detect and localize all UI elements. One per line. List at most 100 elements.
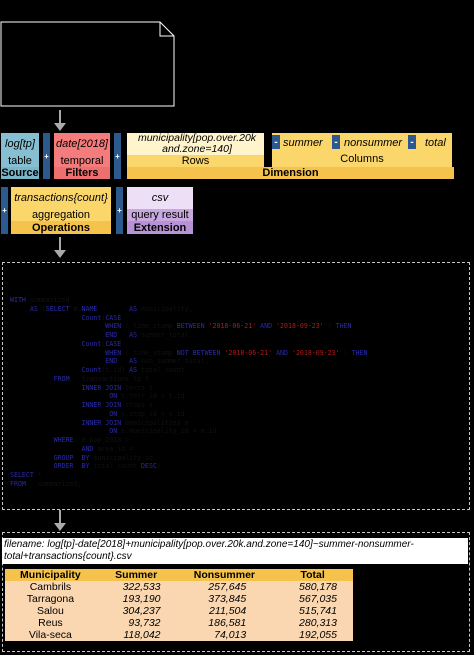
cell-nonsummer: 373,845	[176, 593, 273, 605]
source-label: Source	[1, 167, 39, 179]
minus-separator: -	[272, 135, 280, 149]
result-filename: filename: log[tp]-date[2018]+municipalit…	[2, 538, 468, 564]
cell-summer: 304,237	[95, 605, 177, 617]
sql-line: ON t.terr_id = t.id	[10, 392, 367, 401]
sql-line: WHERE m.pop_2018 >	[10, 436, 367, 445]
sql-keyword: AND	[81, 444, 94, 453]
sql-line: INNER JOIN terrs t	[10, 384, 367, 393]
table-row: Reus 93,732 186,581 280,313	[5, 617, 353, 629]
sql-line: Count(CASE	[10, 314, 367, 323]
minus-separator: -	[332, 135, 340, 149]
sql-keyword: ON	[109, 392, 118, 401]
sql-line: INNER JOIN municipalities m	[10, 419, 367, 428]
source-type: table	[1, 155, 39, 167]
operations-type: aggregation	[11, 209, 111, 221]
sql-line: Count(CASE	[10, 340, 367, 349]
filters-label: Filters	[54, 167, 110, 179]
sql-string: '2018-09-23'	[291, 348, 340, 357]
sql-keyword: ON	[109, 427, 118, 436]
cell-municipality: Cambrils	[5, 581, 96, 593]
sql-text: )	[156, 462, 161, 471]
sql-keyword: END	[105, 331, 118, 339]
sql-text: municipality,	[137, 304, 193, 313]
column-summer: summer	[283, 137, 323, 149]
sql-line: FROM transactions_tp t	[10, 375, 367, 384]
sql-line: AS (SELECT m.NAME AS municipality,	[10, 305, 367, 314]
sql-string: '2018-06-21'	[208, 322, 257, 331]
cell-total: 192,055	[272, 629, 353, 641]
plus-separator: +	[116, 187, 123, 234]
sql-text: (	[37, 304, 46, 313]
sql-keyword: CASE	[105, 339, 122, 348]
operations-box: transactions{count} aggregation Operatio…	[11, 187, 111, 234]
table-row: Salou 304,237 211,504 515,741	[5, 605, 353, 617]
sql-text: t.terr_id = t.id	[117, 392, 185, 401]
sql-text: s.stop_id = s.id	[117, 409, 185, 418]
sql-keyword: WHEN	[105, 322, 122, 331]
sql-keyword: AND	[276, 348, 288, 357]
sql-text: stops s	[121, 401, 153, 409]
cell-total: 280,313	[272, 617, 353, 629]
cell-summer: 193,190	[95, 593, 177, 605]
sql-keyword: INNER	[81, 401, 102, 409]
columns-label: Columns	[340, 153, 384, 165]
sql-string: '2018-06-21'	[224, 348, 273, 357]
cell-summer: 322,533	[95, 581, 177, 593]
sql-keyword: ORDER	[53, 462, 74, 471]
sql-keyword: AS	[129, 366, 138, 374]
sql-keyword: END	[105, 357, 118, 366]
sql-keyword: FROM	[10, 479, 26, 488]
sql-keyword: AS	[129, 357, 138, 366]
sql-text: m.	[69, 304, 82, 313]
sql-keyword: AS	[129, 304, 138, 313]
sql-text: summer_total,	[137, 331, 193, 339]
cell-municipality: Vila-seca	[5, 629, 96, 641]
sql-keyword: INNER	[81, 418, 102, 427]
sql-keyword: AS	[129, 331, 138, 339]
sql-text: s.municipality_id = m.id	[117, 427, 217, 436]
sql-keyword: THEN	[335, 322, 352, 331]
sql-keyword: SELECT	[10, 471, 34, 479]
cell-nonsummer: 74,013	[176, 629, 273, 641]
rows-label: Rows	[127, 155, 264, 167]
column-total: total	[425, 137, 446, 149]
header-total: Total	[272, 569, 353, 581]
sql-line: ON s.municipality_id = m.id	[10, 427, 367, 436]
cell-municipality: Reus	[5, 617, 96, 629]
sql-line: WITH summarized	[10, 296, 367, 305]
sql-line: SELECT *	[10, 471, 367, 480]
cell-total: 567,035	[272, 593, 353, 605]
cell-summer: 118,042	[95, 629, 177, 641]
sql-keyword: GROUP	[53, 453, 74, 462]
sql-keyword: JOIN	[105, 418, 122, 427]
sql-code: WITH summarized AS (SELECT m.NAME AS mun…	[10, 296, 367, 489]
sql-text: transactions_tp t	[69, 374, 149, 383]
operations-param: transactions{count}	[11, 187, 111, 209]
cell-municipality: Salou	[5, 605, 96, 617]
dimension-box: municipality[pop.over.20k and.zone=140] …	[125, 131, 456, 181]
sql-keyword: AS	[29, 304, 38, 313]
sql-keyword: DESC	[141, 462, 157, 471]
sql-keyword: BETWEEN	[176, 322, 205, 331]
plus-separator: +	[114, 133, 121, 179]
extension-type: query result	[127, 209, 193, 221]
filters-type: temporal	[54, 155, 110, 167]
sql-keyword: JOIN	[105, 401, 122, 409]
dimension-label: Dimension	[127, 167, 454, 179]
sql-text: ( time_stamp	[121, 348, 177, 357]
sql-keyword: FROM	[53, 374, 70, 383]
sql-line: AND area_id =	[10, 445, 367, 454]
sql-line: FROM summarized;	[10, 480, 367, 489]
sql-text: municipality_id	[89, 453, 153, 462]
